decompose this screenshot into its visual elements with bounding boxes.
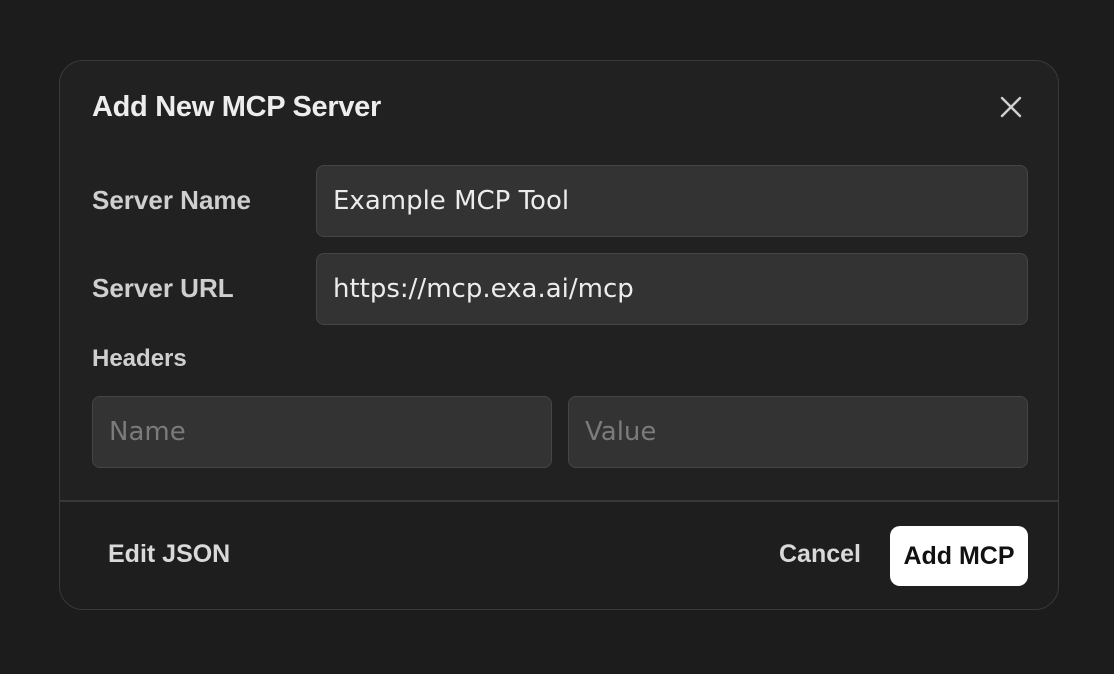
header-value-input[interactable] — [568, 396, 1028, 468]
dialog-title: Add New MCP Server — [92, 91, 381, 123]
close-button[interactable] — [998, 94, 1024, 120]
close-icon — [1000, 96, 1022, 118]
server-url-input[interactable] — [316, 253, 1028, 325]
edit-json-button[interactable]: Edit JSON — [108, 540, 230, 569]
server-name-input[interactable] — [316, 165, 1028, 237]
add-mcp-button[interactable]: Add MCP — [890, 526, 1028, 586]
server-url-label: Server URL — [92, 273, 234, 303]
cancel-button[interactable]: Cancel — [779, 540, 861, 569]
dialog-footer: Edit JSON Cancel Add MCP — [60, 502, 1058, 609]
add-mcp-server-dialog: Add New MCP Server Server Name Server UR… — [59, 60, 1059, 610]
headers-label: Headers — [92, 345, 187, 372]
server-name-label: Server Name — [92, 185, 251, 215]
header-name-input[interactable] — [92, 396, 552, 468]
